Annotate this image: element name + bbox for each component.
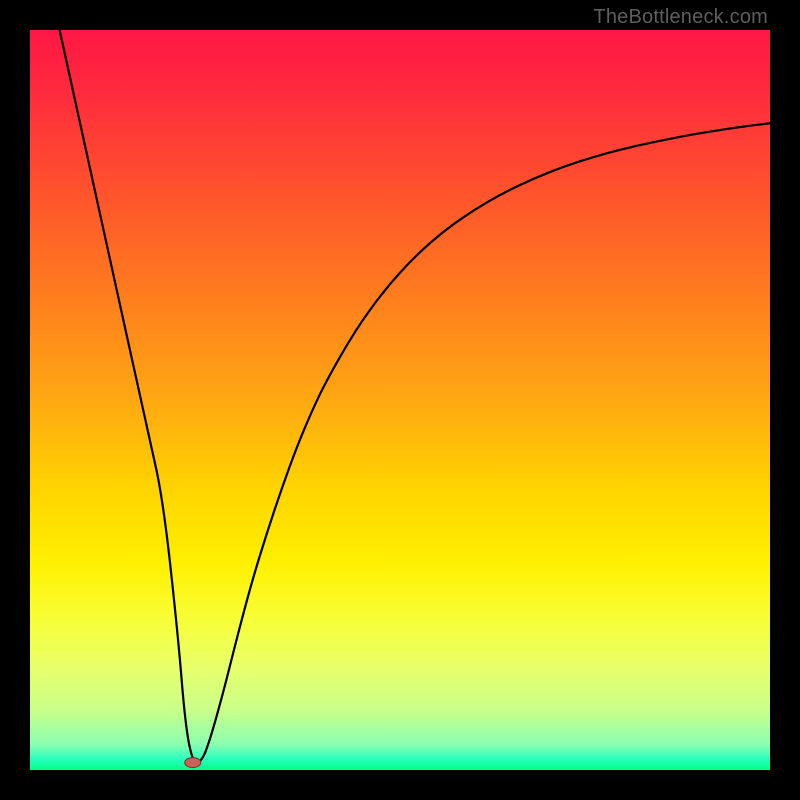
minimum-marker [185, 758, 201, 768]
chart-frame [30, 30, 770, 770]
bottleneck-chart [30, 30, 770, 770]
watermark-text: TheBottleneck.com [593, 6, 768, 29]
